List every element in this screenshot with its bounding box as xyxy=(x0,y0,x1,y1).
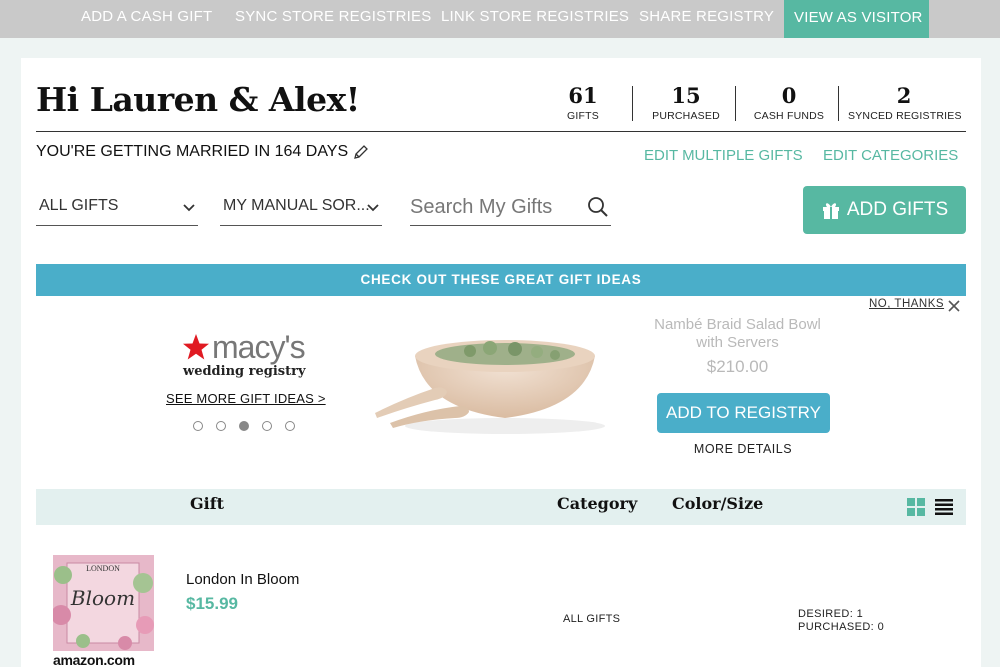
nav-sync-store-registries[interactable]: SYNC STORE REGISTRIES xyxy=(235,0,431,38)
edit-multiple-gifts-link[interactable]: EDIT MULTIPLE GIFTS xyxy=(644,147,803,164)
stat-purchased-label: PURCHASED xyxy=(652,110,720,122)
search-input[interactable] xyxy=(410,192,580,222)
pencil-icon[interactable] xyxy=(352,143,370,161)
page-title: Hi Lauren & Alex! xyxy=(36,80,360,119)
more-details-link[interactable]: MORE DETAILS xyxy=(640,442,846,456)
stat-synced-label: SYNCED REGISTRIES xyxy=(848,110,962,122)
gift-desired: DESIRED: 1 xyxy=(798,608,864,620)
stat-gifts: 61 GIFTS xyxy=(548,83,618,123)
carousel-dot[interactable] xyxy=(262,421,272,431)
gift-purchased: PURCHASED: 0 xyxy=(798,621,885,633)
top-nav: ADD A CASH GIFT SYNC STORE REGISTRIES LI… xyxy=(0,0,1000,38)
grid-view-icon[interactable] xyxy=(907,498,925,516)
category-select-value: ALL GIFTS xyxy=(39,197,119,214)
see-more-gift-ideas-link[interactable]: SEE MORE GIFT IDEAS > xyxy=(166,391,326,406)
amazon-logo: amazon.com xyxy=(53,652,135,667)
stat-synced-value: 2 xyxy=(896,83,912,108)
stat-cash-funds-value: 0 xyxy=(781,83,797,108)
column-header-color-size: Color/Size xyxy=(672,494,764,513)
header-divider xyxy=(36,131,966,132)
featured-product-name: Nambé Braid Salad Bowl with Servers xyxy=(654,316,821,351)
stat-divider xyxy=(632,86,633,121)
stat-purchased-value: 15 xyxy=(671,83,701,108)
stat-gifts-value: 61 xyxy=(568,83,598,108)
stat-gifts-label: GIFTS xyxy=(567,110,599,122)
macys-logo: macy's wedding registry xyxy=(182,330,322,379)
macys-wedding-registry: wedding registry xyxy=(183,364,306,379)
cover-title-top: LONDON xyxy=(86,564,120,573)
salad-bowl-image xyxy=(375,340,605,434)
add-gifts-label: ADD GIFTS xyxy=(846,199,949,220)
add-gifts-button[interactable]: ADD GIFTS xyxy=(803,186,966,234)
gift-icon xyxy=(822,203,839,219)
chevron-down-icon xyxy=(183,204,195,212)
column-header-gift: Gift xyxy=(190,494,225,513)
star-icon xyxy=(183,334,209,360)
stat-synced-registries: 2 SYNCED REGISTRIES xyxy=(848,83,962,123)
gift-status: DESIRED: 1 PURCHASED: 0 xyxy=(798,608,884,634)
cover-title-script: Bloom xyxy=(70,586,135,610)
nav-share-registry[interactable]: SHARE REGISTRY xyxy=(639,0,774,38)
nav-add-cash-gift[interactable]: ADD A CASH GIFT xyxy=(81,0,212,38)
sort-select-value: MY MANUAL SOR... xyxy=(223,197,370,214)
column-header-category: Category xyxy=(557,494,638,513)
carousel-dot[interactable] xyxy=(193,421,203,431)
gift-name[interactable]: London In Bloom xyxy=(186,571,299,588)
countdown-text: YOU'RE GETTING MARRIED IN 164 DAYS xyxy=(36,143,349,160)
sort-select[interactable]: MY MANUAL SOR... xyxy=(220,194,382,226)
close-icon[interactable] xyxy=(946,298,962,314)
carousel-dots xyxy=(193,421,295,431)
edit-categories-link[interactable]: EDIT CATEGORIES xyxy=(823,147,958,164)
gift-table-header xyxy=(36,489,966,525)
add-to-registry-button[interactable]: ADD TO REGISTRY xyxy=(657,393,830,433)
no-thanks-link[interactable]: NO, THANKS xyxy=(869,298,944,310)
chevron-down-icon xyxy=(367,204,379,212)
macys-brand-name: macy's xyxy=(212,329,306,365)
search-field xyxy=(410,192,611,226)
gift-price: $15.99 xyxy=(186,594,238,613)
search-icon[interactable] xyxy=(587,196,609,218)
wedding-countdown: YOU'RE GETTING MARRIED IN 164 DAYS xyxy=(36,143,370,161)
featured-product-price: $210.00 xyxy=(706,357,769,376)
list-view-icon[interactable] xyxy=(935,498,953,516)
nav-view-as-visitor[interactable]: VIEW AS VISITOR xyxy=(784,0,929,38)
category-select[interactable]: ALL GIFTS xyxy=(36,194,198,226)
carousel-dot[interactable] xyxy=(216,421,226,431)
carousel-dot-active[interactable] xyxy=(239,421,249,431)
carousel-dot[interactable] xyxy=(285,421,295,431)
stat-cash-funds: 0 CASH FUNDS xyxy=(749,83,829,123)
stat-divider xyxy=(838,86,839,121)
book-cover-image: LONDON Bloom xyxy=(53,555,154,667)
nav-link-store-registries[interactable]: LINK STORE REGISTRIES xyxy=(441,0,629,38)
stat-purchased: 15 PURCHASED xyxy=(646,83,726,123)
gift-category: ALL GIFTS xyxy=(563,613,621,625)
stat-cash-funds-label: CASH FUNDS xyxy=(753,110,825,122)
stat-divider xyxy=(735,86,736,121)
gift-ideas-banner: CHECK OUT THESE GREAT GIFT IDEAS xyxy=(36,264,966,296)
